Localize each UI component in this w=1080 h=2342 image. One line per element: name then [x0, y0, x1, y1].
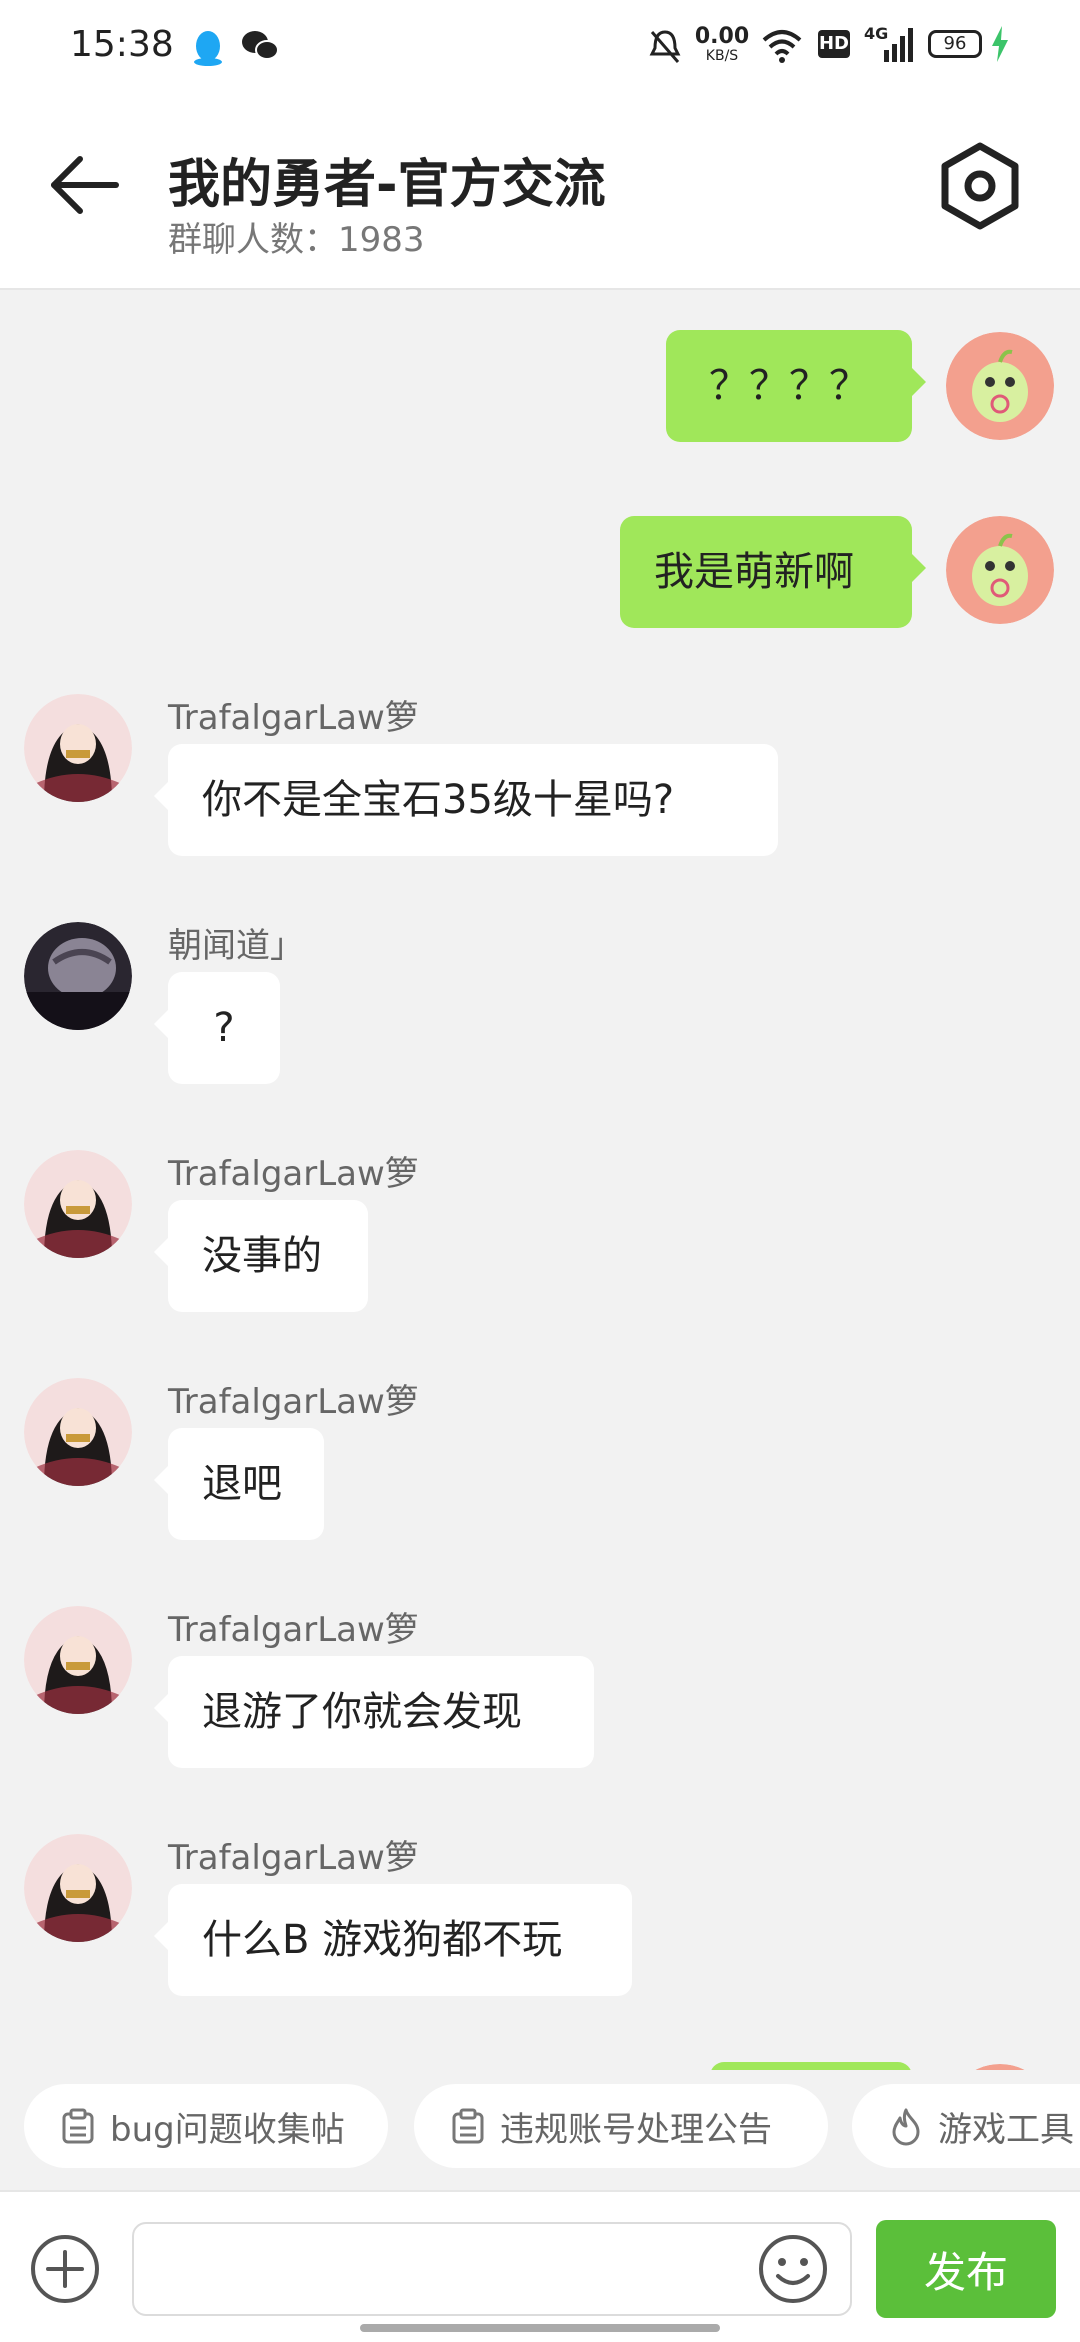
sender-name: TrafalgarLaw箩 [168, 1610, 419, 1650]
status-time: 15:38 [70, 24, 174, 65]
member-count: 群聊人数：1983 [168, 212, 425, 261]
sender-avatar[interactable] [24, 1378, 132, 1486]
message-row: TrafalgarLaw箩 退吧 [0, 1374, 1080, 1564]
settings-hexagon-icon[interactable] [930, 136, 1030, 236]
message-row: 朝闻道」 ? [0, 918, 1080, 1108]
sender-name: TrafalgarLaw箩 [168, 698, 419, 738]
charging-icon [992, 26, 1008, 62]
message-input[interactable] [132, 2222, 852, 2316]
home-indicator[interactable] [360, 2324, 720, 2332]
mute-bell-icon [649, 30, 681, 63]
member-count-label: 群聊人数： [168, 220, 338, 260]
chat-header: 我的勇者-官方交流 群聊人数：1983 [0, 96, 1080, 290]
back-arrow-icon[interactable] [40, 140, 130, 230]
network-speed: 0.00 KB/S [694, 24, 750, 65]
message-row: TrafalgarLaw箩 没事的 [0, 1146, 1080, 1336]
sender-avatar[interactable] [24, 1834, 132, 1942]
clipboard-icon [452, 2108, 484, 2144]
status-bar: 15:38 0.00 KB/S HD 4G 96 [0, 0, 1080, 96]
wechat-icon [242, 31, 279, 60]
wifi-icon [762, 30, 802, 63]
sender-name: TrafalgarLaw箩 [168, 1154, 419, 1194]
my-avatar[interactable] [946, 516, 1054, 624]
sender-avatar[interactable] [24, 1606, 132, 1714]
incoming-message-bubble[interactable]: 退吧 [154, 1428, 324, 1540]
emoji-icon[interactable] [756, 2232, 830, 2306]
outgoing-message-bubble[interactable]: 我是萌新啊 [620, 516, 926, 628]
outgoing-message-bubble[interactable]: ？？？？ [666, 330, 926, 442]
incoming-message-bubble[interactable]: 什么B 游戏狗都不玩 [154, 1884, 632, 1996]
qq-icon [194, 31, 222, 66]
group-title: 我的勇者-官方交流 [168, 155, 606, 215]
member-count-value: 1983 [338, 220, 425, 260]
quick-link-game-tools[interactable]: 游戏工具 [852, 2084, 1080, 2168]
message-row: 我是萌新啊 [0, 516, 1080, 632]
quick-link-label: bug问题收集帖 [110, 2109, 345, 2150]
sender-avatar[interactable] [24, 1150, 132, 1258]
message-row: TrafalgarLaw箩 退游了你就会发现 [0, 1602, 1080, 1792]
message-row: ？？？？ [0, 330, 1080, 446]
incoming-message-bubble[interactable]: 你不是全宝石35级十星吗? [154, 744, 778, 856]
battery-indicator: 96 [928, 30, 982, 58]
sender-name: 朝闻道」 [168, 926, 304, 966]
signal-icon [884, 28, 913, 62]
hd-badge: HD [818, 30, 850, 58]
publish-button[interactable]: 发布 [876, 2220, 1056, 2318]
quick-link-violation-notice[interactable]: 违规账号处理公告 [414, 2084, 828, 2168]
sender-avatar[interactable] [24, 922, 132, 1030]
add-plus-icon[interactable] [28, 2232, 102, 2306]
quick-link-bug-collection[interactable]: bug问题收集帖 [24, 2084, 388, 2168]
input-bar: 发布 [0, 2190, 1080, 2342]
message-list[interactable]: ？？？？ 我是萌新啊 TrafalgarLaw箩 你不是全宝石35级十星吗? 朝… [0, 290, 1080, 2070]
incoming-message-bubble[interactable]: ? [154, 972, 280, 1084]
outgoing-message-bubble-partial[interactable] [710, 2062, 912, 2070]
clipboard-icon [62, 2108, 94, 2144]
incoming-message-bubble[interactable]: 没事的 [154, 1200, 368, 1312]
sender-avatar[interactable] [24, 694, 132, 802]
my-avatar[interactable] [946, 332, 1054, 440]
quick-link-label: 游戏工具 [938, 2109, 1074, 2150]
message-row: TrafalgarLaw箩 什么B 游戏狗都不玩 [0, 1830, 1080, 2020]
quick-links-bar[interactable]: bug问题收集帖 违规账号处理公告 游戏工具 [0, 2070, 1080, 2190]
sender-name: TrafalgarLaw箩 [168, 1838, 419, 1878]
message-row: TrafalgarLaw箩 你不是全宝石35级十星吗? [0, 690, 1080, 880]
sender-name: TrafalgarLaw箩 [168, 1382, 419, 1422]
quick-link-label: 违规账号处理公告 [500, 2109, 772, 2150]
incoming-message-bubble[interactable]: 退游了你就会发现 [154, 1656, 594, 1768]
flame-icon [892, 2108, 920, 2146]
